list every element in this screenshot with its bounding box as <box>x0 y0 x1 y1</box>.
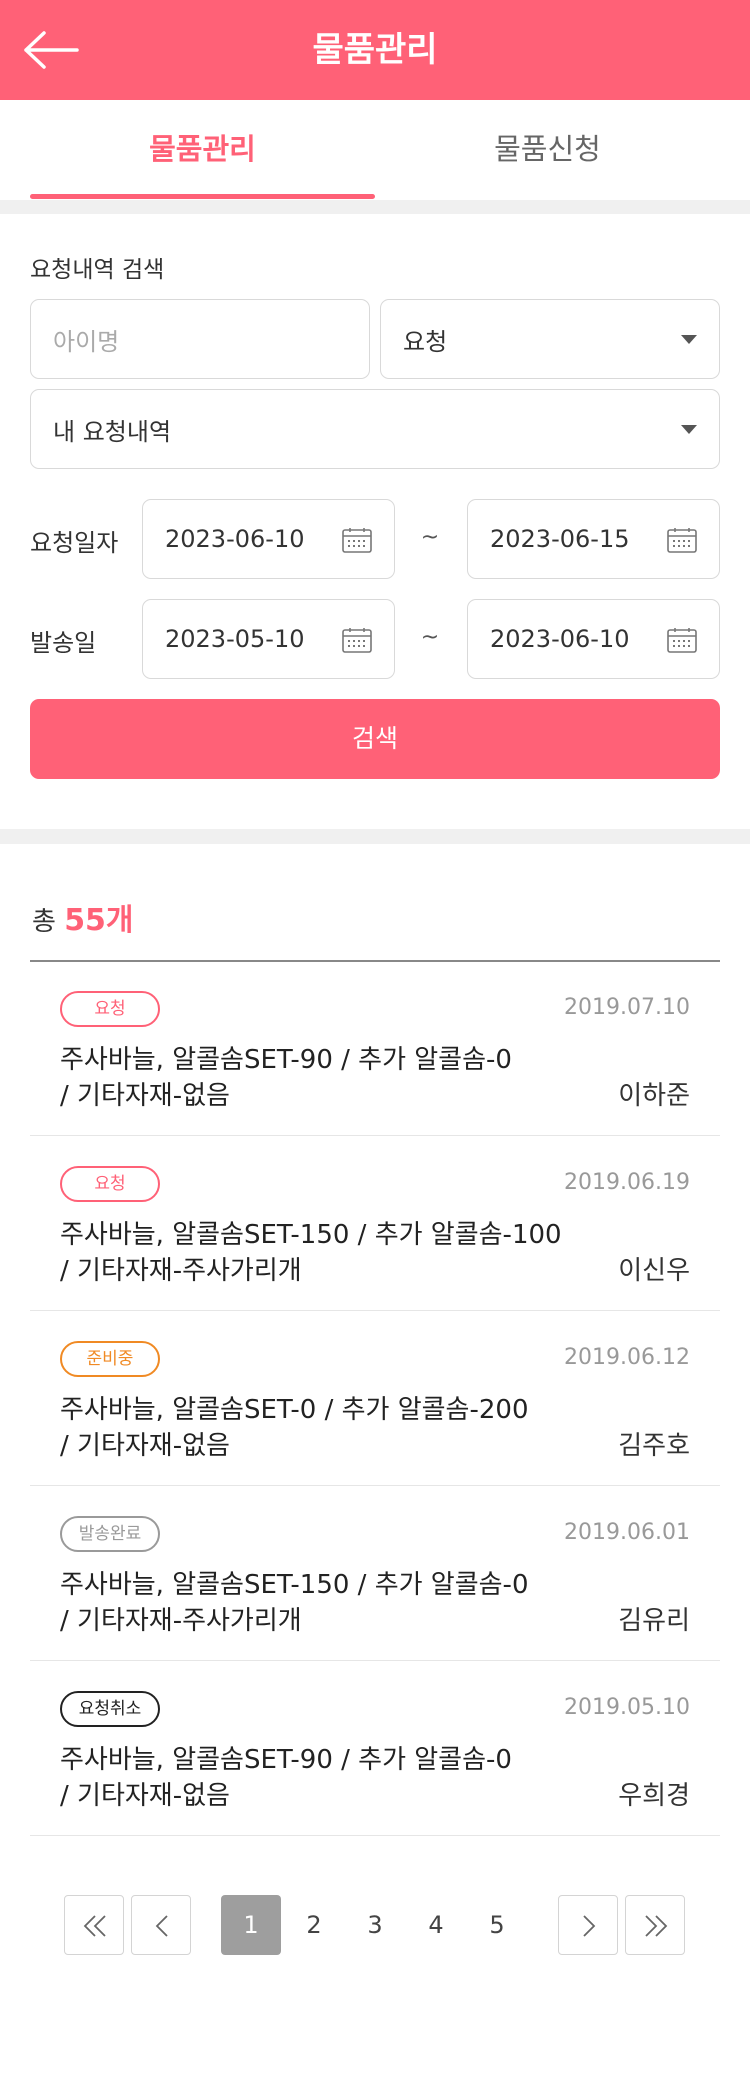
first-page-button[interactable] <box>64 1895 124 1955</box>
item-child-name: 이하준 <box>618 1081 690 1111</box>
ship-date-from-value: 2023-05-10 <box>165 625 305 653</box>
request-date-to[interactable]: 2023-06-15 <box>467 499 720 579</box>
item-description: 주사바늘, 알콜솜SET-90 / 추가 알콜솜-0 <box>60 1045 512 1075</box>
page: 물품관리 물품관리 물품신청 요청내역 검색 아이명 요청 내 요청내역 요청일… <box>0 0 750 2096</box>
double-chevron-left-icon <box>83 1915 106 1937</box>
double-chevron-right-icon <box>645 1915 668 1937</box>
total-count-value: 55개 <box>64 903 134 938</box>
item-description-cont: / 기타자재-없음 <box>60 1781 230 1811</box>
item-child-name: 우희경 <box>618 1781 690 1811</box>
chevron-left-icon <box>155 1915 168 1937</box>
page-number[interactable]: 2 <box>284 1895 344 1955</box>
calendar-icon <box>342 628 372 653</box>
section-divider <box>0 200 750 214</box>
item-child-name: 김주호 <box>618 1431 690 1461</box>
app-header: 물품관리 <box>0 0 750 100</box>
range-separator: ~ <box>420 625 440 650</box>
ship-date-to-value: 2023-06-10 <box>490 625 630 653</box>
chevron-right-icon <box>583 1915 596 1937</box>
ship-date-to[interactable]: 2023-06-10 <box>467 599 720 679</box>
tab-item-request[interactable]: 물품신청 <box>375 100 720 200</box>
caret-down-icon <box>681 335 697 344</box>
page-number[interactable]: 4 <box>406 1895 466 1955</box>
tab-bar: 물품관리 물품신청 <box>0 100 750 200</box>
page-number[interactable]: 3 <box>345 1895 405 1955</box>
status-badge: 준비중 <box>60 1341 160 1377</box>
list-item[interactable]: 요청 2019.06.19 주사바늘, 알콜솜SET-150 / 추가 알콜솜-… <box>30 1136 720 1311</box>
item-description: 주사바늘, 알콜솜SET-150 / 추가 알콜솜-0 <box>60 1570 529 1600</box>
item-description: 주사바늘, 알콜솜SET-150 / 추가 알콜솜-100 <box>60 1220 562 1250</box>
child-name-input[interactable]: 아이명 <box>30 299 370 379</box>
page-number[interactable]: 5 <box>467 1895 527 1955</box>
item-child-name: 이신우 <box>618 1256 690 1286</box>
item-description-cont: / 기타자재-없음 <box>60 1431 230 1461</box>
arrow-left-icon <box>24 31 79 69</box>
section-divider <box>0 829 750 844</box>
last-page-button[interactable] <box>625 1895 685 1955</box>
search-section-label: 요청내역 검색 <box>30 257 165 283</box>
list-item[interactable]: 요청취소 2019.05.10 주사바늘, 알콜솜SET-90 / 추가 알콜솜… <box>30 1661 720 1836</box>
status-badge: 요청 <box>60 991 160 1027</box>
item-date: 2019.06.01 <box>564 1520 690 1545</box>
item-child-name: 김유리 <box>618 1606 690 1636</box>
next-page-button[interactable] <box>558 1895 618 1955</box>
item-date: 2019.06.12 <box>564 1345 690 1370</box>
item-description-cont: / 기타자재-없음 <box>60 1081 230 1111</box>
active-tab-indicator <box>30 194 375 199</box>
total-prefix: 총 <box>32 907 56 937</box>
prev-page-button[interactable] <box>131 1895 191 1955</box>
scope-select-value: 내 요청내역 <box>53 417 172 446</box>
back-button[interactable] <box>22 24 82 76</box>
status-select[interactable]: 요청 <box>380 299 720 379</box>
request-date-from[interactable]: 2023-06-10 <box>142 499 395 579</box>
request-date-from-value: 2023-06-10 <box>165 525 305 553</box>
list-item[interactable]: 요청 2019.07.10 주사바늘, 알콜솜SET-90 / 추가 알콜솜-0… <box>30 961 720 1136</box>
status-badge: 발송완료 <box>60 1516 160 1552</box>
list-item[interactable]: 준비중 2019.06.12 주사바늘, 알콜솜SET-0 / 추가 알콜솜-2… <box>30 1311 720 1486</box>
request-date-label: 요청일자 <box>30 529 119 557</box>
item-description: 주사바늘, 알콜솜SET-90 / 추가 알콜솜-0 <box>60 1745 512 1775</box>
caret-down-icon <box>681 425 697 434</box>
item-date: 2019.06.19 <box>564 1170 690 1195</box>
list-item[interactable]: 발송완료 2019.06.01 주사바늘, 알콜솜SET-150 / 추가 알콜… <box>30 1486 720 1661</box>
total-count: 총 55개 <box>32 895 134 939</box>
page-number[interactable]: 1 <box>221 1895 281 1955</box>
range-separator: ~ <box>420 525 440 550</box>
ship-date-from[interactable]: 2023-05-10 <box>142 599 395 679</box>
item-description: 주사바늘, 알콜솜SET-0 / 추가 알콜솜-200 <box>60 1395 529 1425</box>
calendar-icon <box>667 528 697 553</box>
item-date: 2019.07.10 <box>564 995 690 1020</box>
calendar-icon <box>342 528 372 553</box>
calendar-icon <box>667 628 697 653</box>
item-description-cont: / 기타자재-주사가리개 <box>60 1606 302 1636</box>
ship-date-label: 발송일 <box>30 629 97 657</box>
item-date: 2019.05.10 <box>564 1695 690 1720</box>
status-badge: 요청취소 <box>60 1691 160 1727</box>
page-title: 물품관리 <box>312 30 438 70</box>
status-badge: 요청 <box>60 1166 160 1202</box>
request-date-to-value: 2023-06-15 <box>490 525 630 553</box>
tab-item-management[interactable]: 물품관리 <box>30 100 375 200</box>
item-description-cont: / 기타자재-주사가리개 <box>60 1256 302 1286</box>
search-button[interactable]: 검색 <box>30 699 720 779</box>
child-name-placeholder: 아이명 <box>53 327 120 356</box>
scope-select[interactable]: 내 요청내역 <box>30 389 720 469</box>
status-select-value: 요청 <box>403 327 448 356</box>
